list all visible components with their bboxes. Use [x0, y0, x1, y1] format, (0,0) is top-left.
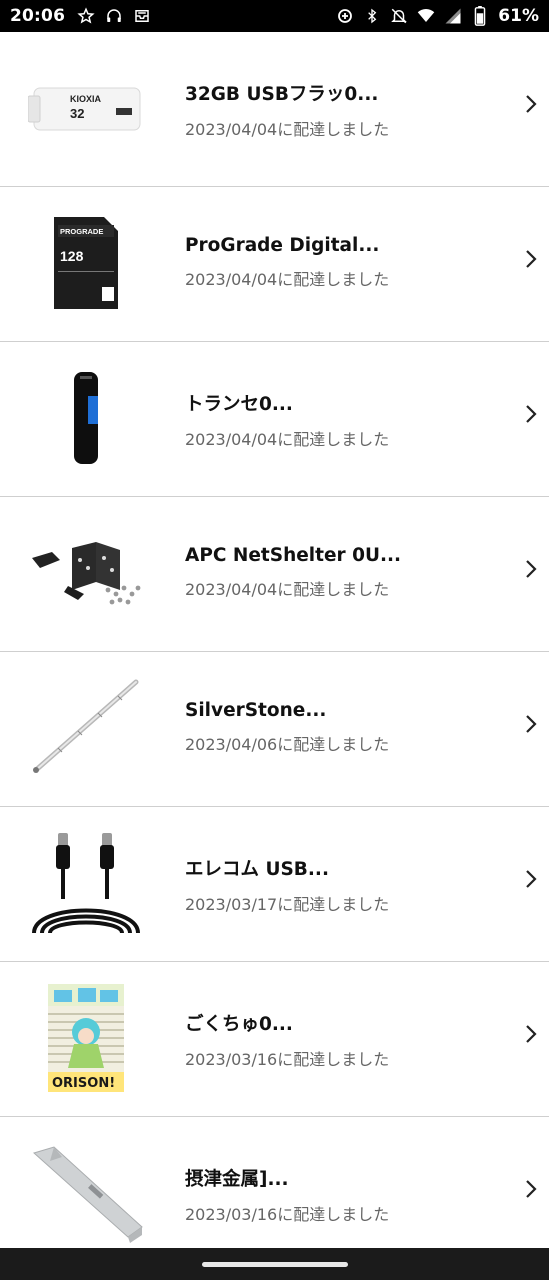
delivery-date: 2023/04/04に配達しました: [185, 430, 390, 449]
order-item[interactable]: トランセ0... 2023/04/04に配達しました: [0, 342, 549, 497]
order-title: 32GB USBフラッ0...: [185, 84, 379, 105]
inbox-icon: [131, 5, 153, 27]
delivery-date: 2023/04/04に配達しました: [185, 270, 390, 289]
delivery-date: 2023/03/17に配達しました: [185, 895, 390, 914]
usb-flash-drive-image: KIOXIA 32: [28, 58, 144, 158]
gesture-nav-bar: [0, 1248, 549, 1280]
delivery-date: 2023/03/16に配達しました: [185, 1050, 390, 1069]
usb-stick-image: [28, 368, 144, 468]
chevron-right-icon[interactable]: [523, 712, 539, 736]
delivery-date: 2023/04/04に配達しました: [185, 120, 390, 139]
star-icon: [75, 5, 97, 27]
sd-capacity-text: 128: [60, 248, 84, 264]
order-title: ごくちゅ0...: [185, 1014, 293, 1035]
order-title: 摂津金属]...: [185, 1169, 289, 1190]
rack-bracket-image: [28, 523, 144, 623]
order-title: SilverStone...: [185, 700, 327, 721]
chevron-right-icon[interactable]: [523, 92, 539, 116]
sd-card-image: PROGRADE 128: [28, 213, 144, 313]
order-title: トランセ0...: [185, 394, 293, 415]
usb-capacity-text: 32: [70, 106, 84, 121]
home-handle[interactable]: [201, 1261, 348, 1267]
order-list: KIOXIA 32 32GB USBフラッ0... 2023/04/04に配達し…: [0, 32, 549, 1272]
battery-percent: 61%: [498, 6, 539, 26]
signal-icon: [442, 5, 464, 27]
delivery-date: 2023/04/06に配達しました: [185, 735, 390, 754]
delivery-date: 2023/03/16に配達しました: [185, 1205, 390, 1224]
chevron-right-icon[interactable]: [523, 402, 539, 426]
chevron-right-icon[interactable]: [523, 867, 539, 891]
chevron-right-icon[interactable]: [523, 557, 539, 581]
headphones-icon: [103, 5, 125, 27]
chevron-right-icon[interactable]: [523, 1177, 539, 1201]
clock: 20:06: [10, 6, 66, 26]
status-bar: 20:06 61%: [0, 0, 549, 32]
bell-off-icon: [388, 5, 410, 27]
antenna-rod-image: [28, 678, 144, 778]
cover-title-text: ORISON!: [52, 1076, 115, 1091]
order-item[interactable]: SilverStone... 2023/04/06に配達しました: [0, 652, 549, 807]
order-item[interactable]: KIOXIA 32 32GB USBフラッ0... 2023/04/04に配達し…: [0, 32, 549, 187]
usb-cable-image: [28, 833, 144, 933]
order-item[interactable]: ORISON! ごくちゅ0... 2023/03/16に配達しました: [0, 962, 549, 1117]
chevron-right-icon[interactable]: [523, 247, 539, 271]
chevron-right-icon[interactable]: [523, 1022, 539, 1046]
manga-cover-image: ORISON!: [28, 984, 144, 1092]
metal-bracket-image: [28, 1143, 144, 1243]
order-title: ProGrade Digital...: [185, 235, 380, 256]
order-title: エレコム USB...: [185, 859, 329, 880]
wifi-icon: [415, 5, 437, 27]
order-item[interactable]: PROGRADE 128 ProGrade Digital... 2023/04…: [0, 187, 549, 342]
order-item[interactable]: エレコム USB... 2023/03/17に配達しました: [0, 807, 549, 962]
delivery-date: 2023/04/04に配達しました: [185, 580, 390, 599]
order-item[interactable]: APC NetShelter 0U... 2023/04/04に配達しました: [0, 497, 549, 652]
sd-brand-text: PROGRADE: [60, 227, 103, 236]
bluetooth-icon: [361, 5, 383, 27]
data-saver-icon: [334, 5, 356, 27]
battery-icon: [469, 5, 491, 27]
order-title: APC NetShelter 0U...: [185, 545, 402, 566]
usb-brand-text: KIOXIA: [70, 94, 102, 104]
status-icons-right: 61%: [334, 5, 539, 27]
